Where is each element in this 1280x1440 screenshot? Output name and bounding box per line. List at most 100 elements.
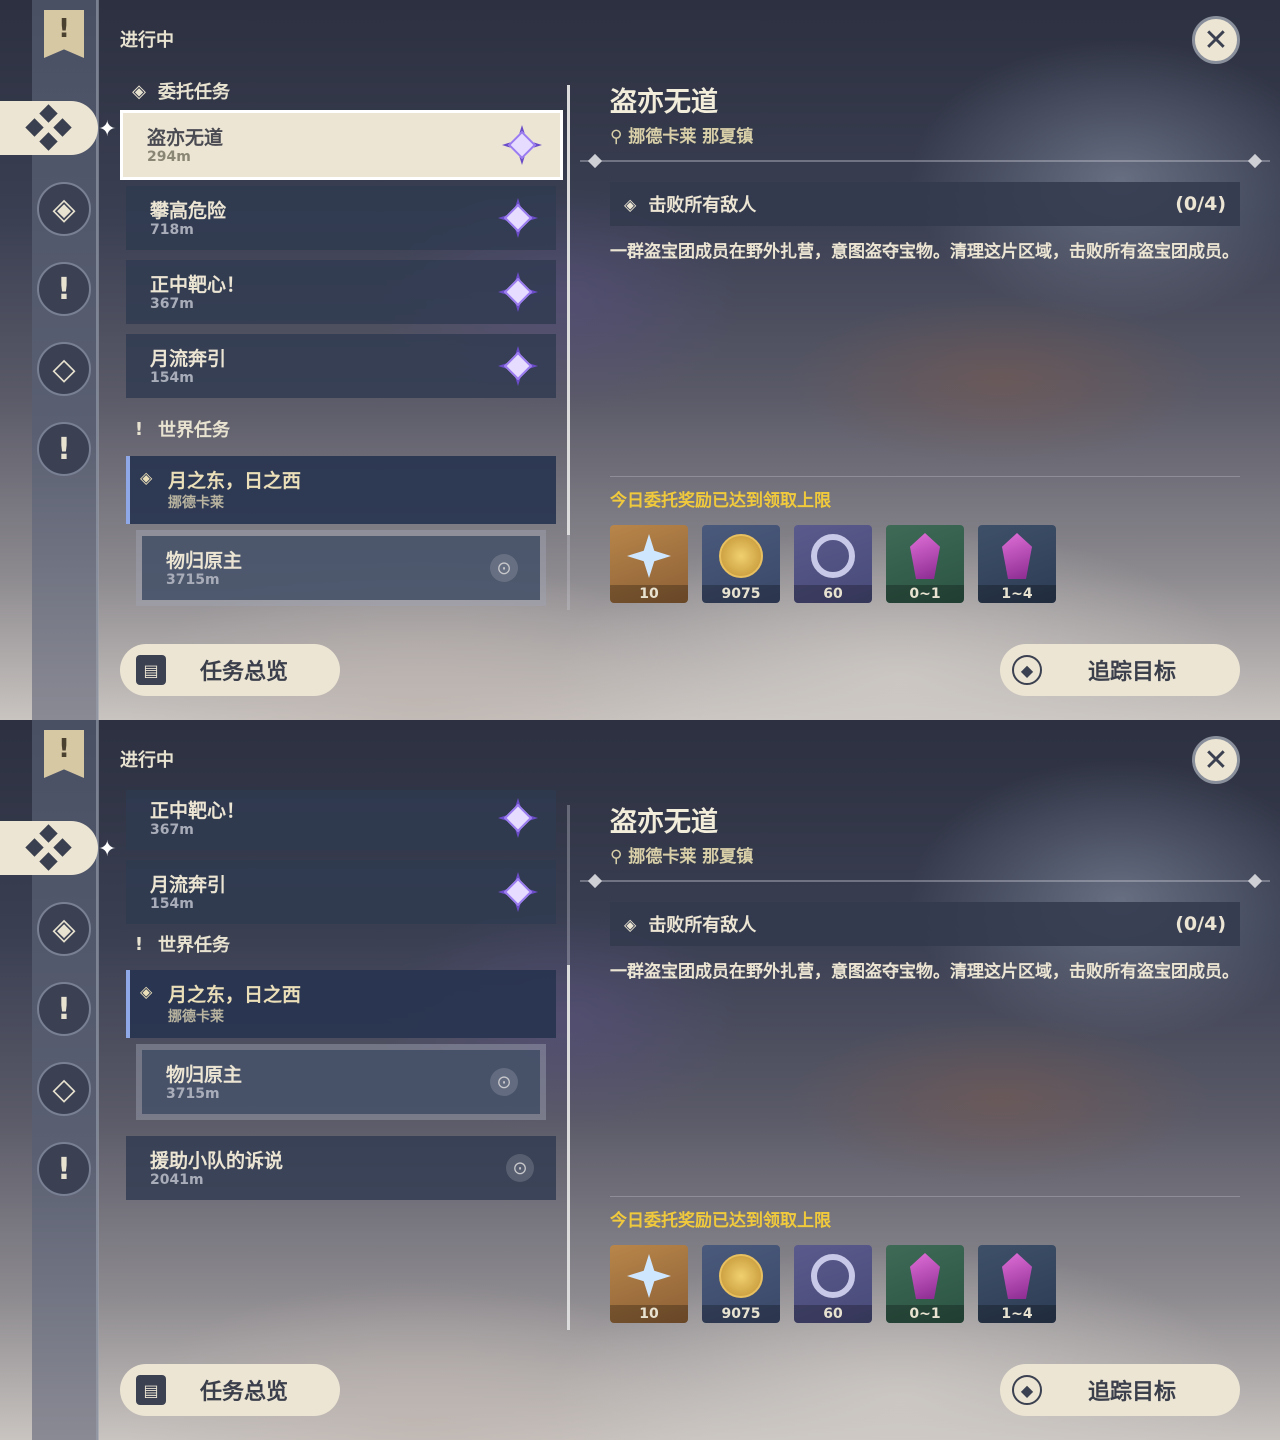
exclamation-icon: ! [134,418,144,440]
quest-item[interactable]: 正中靶心！ 367m [126,790,556,850]
quest-item[interactable]: 援助小队的诉说 2041m ⊙ [126,1136,556,1200]
commission-star-icon [498,272,538,312]
quest-distance: 2041m [150,1172,204,1188]
tab-world-quests[interactable]: ! [37,982,91,1036]
tab-other-quests[interactable]: ! [37,1142,91,1196]
quest-name: 援助小队的诉说 [150,1150,284,1172]
quest-distance: 154m [150,896,194,912]
quest-distance: 3715m [166,572,220,588]
commission-star-icon [498,798,538,838]
location-pin-icon: ⚲ [610,847,629,867]
quest-overview-button[interactable]: ▤ 任务总览 [120,1364,340,1416]
quest-subitem[interactable]: 物归原主 3715m ⊙ [136,1044,546,1120]
reward-item[interactable]: 9075 [702,1245,780,1323]
quest-name: 物归原主 [166,550,243,572]
scroll-thumb[interactable] [567,965,570,1330]
list-scrollbar[interactable] [567,85,570,610]
reward-item[interactable]: 60 [794,1245,872,1323]
diamond-outline-icon: ◈ [624,914,637,934]
reward-item[interactable]: 9075 [702,525,780,603]
friendship-icon [811,1254,855,1298]
scroll-thumb[interactable] [567,85,570,535]
quest-location: ⚲ 挪德卡莱 那夏镇 [610,122,753,147]
category-header: ! 世界任务 [130,931,230,957]
exclamation-icon: ! [134,933,144,955]
reward-item[interactable]: 60 [794,525,872,603]
exclamation-icon: ! [57,431,71,467]
tab-archon-quests[interactable]: ◈ [37,902,91,956]
tab-commissions[interactable] [0,101,98,155]
world-quest-icon: ! [57,991,71,1027]
quest-description: 一群盗宝团成员在野外扎营，意图盗夺宝物。清理这片区域，击败所有盗宝团成员。 [610,242,1239,262]
quest-item[interactable]: 月流奔引 154m [126,860,556,924]
sparkle-icon: ✦ [98,837,117,862]
quest-name: 月流奔引 [150,348,227,370]
world-quest-marker-icon: ◈ [140,982,153,1001]
friendship-icon [811,534,855,578]
quest-name: 盗亦无道 [147,127,224,149]
tab-archon-quests[interactable]: ◈ [37,182,91,236]
world-quest-marker-icon: ◈ [140,468,153,487]
detail-divider [580,160,1270,162]
reward-count: 9075 [702,1305,780,1323]
location-text: 挪德卡莱 那夏镇 [628,847,754,867]
quest-item[interactable]: 月流奔引 154m [126,334,556,398]
reward-item[interactable]: 0~1 [886,1245,964,1323]
tab-other-quests[interactable]: ! [37,422,91,476]
reward-limit-note: 今日委托奖励已达到领取上限 [610,491,831,511]
archon-quest-icon: ◈ [52,191,76,227]
reward-item[interactable]: 10 [610,1245,688,1323]
rail-divider [96,0,99,720]
quest-list[interactable]: ◈ 委托任务 盗亦无道 294m 攀高危险 718m 正中靶心！ 367m 月流… [120,70,565,610]
exclamation-icon: ! [57,1151,71,1187]
quest-list[interactable]: 正中靶心！ 367m 月流奔引 154m ! 世界任务 ◈ 月之东，日之西 挪德… [120,790,565,1330]
reward-divider [610,476,1240,477]
reward-count: 60 [794,585,872,603]
close-button[interactable]: ✕ [1192,16,1240,64]
quest-region: 挪德卡莱 [168,495,224,511]
objective-bar: ◈ 击败所有敌人 (0/4) [610,902,1240,946]
reward-limit-note: 今日委托奖励已达到领取上限 [610,1211,831,1231]
tab-commissions[interactable] [0,821,98,875]
tab-event-quests[interactable]: ◇ [37,342,91,396]
tab-event-quests[interactable]: ◇ [37,1062,91,1116]
quest-screen-2: ! ✦ ◈ ! ◇ ! 进行中 ✕ 正中靶心！ 367m 月流奔引 154m !… [0,720,1280,1440]
category-header: ! 世界任务 [130,416,230,442]
event-quest-icon: ◇ [52,1071,76,1107]
track-label: 追踪目标 [1088,1380,1177,1405]
crystal-icon [910,533,940,579]
reward-item[interactable]: 10 [610,525,688,603]
commission-star-icon [498,872,538,912]
track-button[interactable]: ◆ 追踪目标 [1000,1364,1240,1416]
reward-count: 0~1 [886,585,964,603]
category-label: 世界任务 [158,935,230,956]
quest-item[interactable]: 攀高危险 718m [126,186,556,250]
quest-name: 月之东，日之西 [168,984,302,1006]
quest-overview-button[interactable]: ▤ 任务总览 [120,644,340,696]
category-header: ◈ 委托任务 [130,78,230,104]
quest-region: 挪德卡莱 [168,1009,224,1025]
reward-item[interactable]: 1~4 [978,525,1056,603]
quest-book-icon: ▤ [136,655,166,685]
quest-title: 盗亦无道 [610,807,718,838]
quest-item[interactable]: 盗亦无道 294m [120,110,563,180]
overview-label: 任务总览 [200,1380,289,1405]
track-diamond-icon: ◆ [1012,1375,1042,1405]
world-quest-item[interactable]: ◈ 月之东，日之西 挪德卡莱 [126,456,556,524]
location-text: 挪德卡莱 那夏镇 [628,127,754,147]
tab-world-quests[interactable]: ! [37,262,91,316]
quest-item[interactable]: 正中靶心！ 367m [126,260,556,324]
objective-progress: (0/4) [1175,913,1226,935]
world-quest-item[interactable]: ◈ 月之东，日之西 挪德卡莱 [126,970,556,1038]
location-pin-icon: ⊙ [506,1154,534,1182]
overview-label: 任务总览 [200,660,289,685]
quest-subitem[interactable]: 物归原主 3715m ⊙ [136,530,546,606]
detail-divider [580,880,1270,882]
close-button[interactable]: ✕ [1192,736,1240,784]
list-scrollbar[interactable] [567,805,570,1330]
quest-name: 月之东，日之西 [168,470,302,492]
reward-item[interactable]: 1~4 [978,1245,1056,1323]
reward-count: 10 [610,585,688,603]
track-button[interactable]: ◆ 追踪目标 [1000,644,1240,696]
reward-item[interactable]: 0~1 [886,525,964,603]
